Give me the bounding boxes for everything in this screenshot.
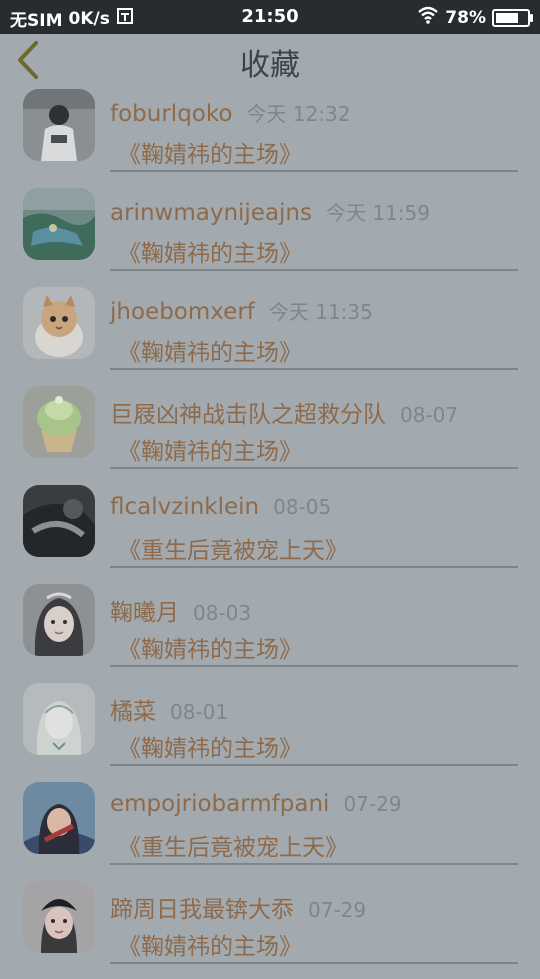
timestamp: 07-29	[308, 898, 367, 922]
user-name-text: 巨屐凶神战击队之超救分队	[110, 402, 386, 428]
user-name: 蹄周日我最锛大忝 07-29	[110, 890, 366, 924]
timestamp: 08-01	[170, 700, 229, 724]
user-name: jhoebomxerf 今天 11:35	[110, 296, 373, 325]
book-title: 《鞠婧祎的主场》	[118, 736, 302, 762]
avatar-image	[23, 386, 95, 458]
status-bar: 无SIM 0K/s 21:50 78%	[0, 0, 540, 34]
avatar-image	[23, 881, 95, 953]
avatar[interactable]	[23, 386, 95, 458]
list-item[interactable]: 鞠曦月 08-03 《鞠婧祎的主场》	[0, 583, 540, 682]
user-name-text: foburlqoko	[110, 101, 233, 127]
avatar[interactable]	[23, 782, 95, 854]
user-name-text: flcalvzinklein	[110, 494, 260, 520]
avatar-image	[23, 683, 95, 755]
user-name-text: jhoebomxerf	[110, 299, 255, 325]
list-item[interactable]: jhoebomxerf 今天 11:35 《鞠婧祎的主场》	[0, 286, 540, 385]
book-title: 《鞠婧祎的主场》	[118, 340, 302, 366]
book-title: 《鞠婧祎的主场》	[118, 241, 302, 267]
status-right: 78%	[417, 6, 533, 29]
avatar-image	[23, 89, 95, 161]
timestamp: 今天 12:32	[246, 102, 351, 126]
book-title: 《重生后竟被宠上天》	[118, 538, 348, 564]
avatar[interactable]	[23, 881, 95, 953]
avatar[interactable]	[23, 584, 95, 656]
book-title: 《鞠婧祎的主场》	[118, 934, 302, 960]
avatar[interactable]	[23, 683, 95, 755]
timestamp: 08-07	[400, 403, 459, 427]
avatar-image	[23, 287, 95, 359]
user-name: empojriobarmfpani 07-29	[110, 791, 402, 817]
divider	[110, 269, 518, 271]
list-item[interactable]: arinwmaynijeajns 今天 11:59 《鞠婧祎的主场》	[0, 187, 540, 286]
user-name-text: empojriobarmfpani	[110, 791, 330, 817]
timestamp: 08-03	[193, 601, 252, 625]
book-title: 《鞠婧祎的主场》	[118, 637, 302, 663]
user-name-text: 鞠曦月	[110, 600, 179, 626]
list-item[interactable]: 蹄周日我最锛大忝 07-29 《鞠婧祎的主场》	[0, 880, 540, 979]
user-name-text: 蹄周日我最锛大忝	[110, 897, 294, 923]
list-item[interactable]: empojriobarmfpani 07-29 《重生后竟被宠上天》	[0, 781, 540, 880]
user-name: arinwmaynijeajns 今天 11:59	[110, 197, 430, 226]
user-name: 巨屐凶神战击队之超救分队 08-07	[110, 395, 458, 429]
favorites-list: foburlqoko 今天 12:32 《鞠婧祎的主场》 arinwmaynije…	[0, 88, 540, 979]
divider	[110, 170, 518, 172]
book-title: 《重生后竟被宠上天》	[118, 835, 348, 861]
user-name-text: 橘菜	[110, 699, 156, 725]
wifi-icon	[417, 6, 439, 29]
divider	[110, 467, 518, 469]
battery-percent: 78%	[445, 7, 486, 28]
avatar[interactable]	[23, 485, 95, 557]
avatar-image	[23, 485, 95, 557]
user-name-text: arinwmaynijeajns	[110, 200, 312, 226]
user-name: flcalvzinklein 08-05	[110, 494, 331, 520]
list-item[interactable]: foburlqoko 今天 12:32 《鞠婧祎的主场》	[0, 88, 540, 187]
avatar[interactable]	[23, 89, 95, 161]
timestamp: 07-29	[343, 792, 402, 816]
user-name: foburlqoko 今天 12:32	[110, 98, 350, 127]
list-item[interactable]: 橘菜 08-01 《鞠婧祎的主场》	[0, 682, 540, 781]
divider	[110, 566, 518, 568]
avatar-image	[23, 188, 95, 260]
timestamp: 08-05	[273, 495, 332, 519]
avatar[interactable]	[23, 188, 95, 260]
divider	[110, 665, 518, 667]
user-name: 橘菜 08-01	[110, 692, 228, 726]
list-item[interactable]: 巨屐凶神战击队之超救分队 08-07 《鞠婧祎的主场》	[0, 385, 540, 484]
divider	[110, 764, 518, 766]
book-title: 《鞠婧祎的主场》	[118, 439, 302, 465]
avatar[interactable]	[23, 287, 95, 359]
timestamp: 今天 11:59	[326, 201, 430, 225]
divider	[110, 962, 518, 964]
divider	[110, 368, 518, 370]
user-name: 鞠曦月 08-03	[110, 593, 251, 627]
battery-icon	[492, 8, 533, 27]
avatar-image	[23, 782, 95, 854]
book-title: 《鞠婧祎的主场》	[118, 142, 302, 168]
header-bar: 收藏	[0, 34, 540, 88]
list-item[interactable]: flcalvzinklein 08-05 《重生后竟被宠上天》	[0, 484, 540, 583]
avatar-image	[23, 584, 95, 656]
divider	[110, 863, 518, 865]
timestamp: 今天 11:35	[268, 300, 373, 324]
page-title: 收藏	[240, 48, 300, 83]
